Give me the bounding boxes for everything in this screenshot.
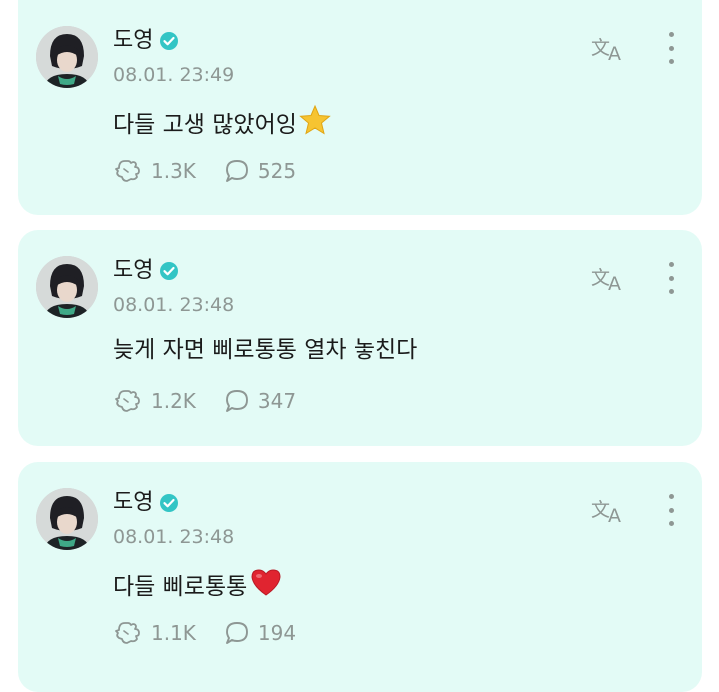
verified-badge-icon	[159, 31, 179, 51]
post-text-content: 늦게 자면 삐로통통 열차 놓친다	[113, 337, 418, 363]
like-icon	[115, 390, 140, 412]
author-name[interactable]: 도영	[113, 258, 153, 284]
more-options-button[interactable]	[664, 262, 678, 294]
comment-icon	[225, 622, 248, 644]
translate-button[interactable]: 文A	[590, 262, 628, 295]
red-heart-emoji-icon	[249, 566, 283, 607]
comment-count: 347	[257, 389, 297, 413]
like-count: 1.2K	[151, 389, 196, 413]
svg-text:A: A	[608, 273, 621, 294]
timestamp: 08.01. 23:48	[113, 294, 235, 316]
like-count: 1.1K	[151, 621, 196, 645]
verified-badge-icon	[159, 261, 179, 281]
like-icon	[115, 622, 140, 644]
avatar[interactable]	[36, 26, 98, 88]
author-name[interactable]: 도영	[113, 490, 153, 516]
author-row: 도영	[113, 258, 179, 284]
post-stats: 1.1K 194	[113, 620, 324, 646]
post-text-content: 다들 삐로통통	[113, 573, 248, 600]
verified-badge-icon	[159, 493, 179, 513]
author-row: 도영	[113, 490, 179, 516]
more-options-button[interactable]	[664, 494, 678, 526]
more-options-button[interactable]	[664, 32, 678, 64]
like-icon	[115, 160, 140, 182]
post-text: 다들 고생 많았어잉	[113, 104, 331, 145]
translate-button[interactable]: 文A	[590, 494, 628, 527]
like-button[interactable]: 1.1K	[113, 620, 196, 646]
author-row: 도영	[113, 28, 179, 54]
avatar[interactable]	[36, 488, 98, 550]
comment-button[interactable]: 347	[224, 388, 296, 414]
post-text: 다들 삐로통통	[113, 566, 283, 607]
post-card[interactable]: 도영 08.01. 23:49 다들 고생 많았어잉 1.3K 525 文A	[18, 0, 702, 215]
post-text: 늦게 자면 삐로통통 열차 놓친다	[113, 334, 417, 366]
comment-button[interactable]: 525	[224, 158, 296, 184]
star-emoji-icon	[299, 104, 331, 145]
comment-count: 194	[257, 621, 297, 645]
more-options-icon	[668, 32, 674, 37]
more-options-icon	[668, 494, 674, 499]
svg-text:A: A	[608, 43, 621, 64]
translate-button[interactable]: 文A	[590, 32, 628, 65]
post-card[interactable]: 도영 08.01. 23:48 다들 삐로통통 1.1K 194 文A	[18, 462, 702, 692]
translate-icon: 文A	[591, 267, 621, 295]
translate-icon: 文A	[591, 37, 621, 65]
comment-button[interactable]: 194	[224, 620, 296, 646]
like-button[interactable]: 1.2K	[113, 388, 196, 414]
like-button[interactable]: 1.3K	[113, 158, 196, 184]
post-stats: 1.2K 347	[113, 388, 324, 414]
post-card[interactable]: 도영 08.01. 23:48 늦게 자면 삐로통통 열차 놓친다 1.2K 3…	[18, 230, 702, 446]
timestamp: 08.01. 23:49	[113, 64, 235, 86]
comment-count: 525	[257, 159, 297, 183]
comment-icon	[225, 160, 248, 182]
timestamp: 08.01. 23:48	[113, 526, 235, 548]
more-options-icon	[668, 262, 674, 267]
like-count: 1.3K	[151, 159, 196, 183]
translate-icon: 文A	[591, 499, 621, 527]
avatar[interactable]	[36, 256, 98, 318]
post-text-content: 다들 고생 많았어잉	[113, 111, 297, 138]
post-stats: 1.3K 525	[113, 158, 324, 184]
author-name[interactable]: 도영	[113, 28, 153, 54]
comment-icon	[225, 390, 248, 412]
svg-text:A: A	[608, 505, 621, 526]
